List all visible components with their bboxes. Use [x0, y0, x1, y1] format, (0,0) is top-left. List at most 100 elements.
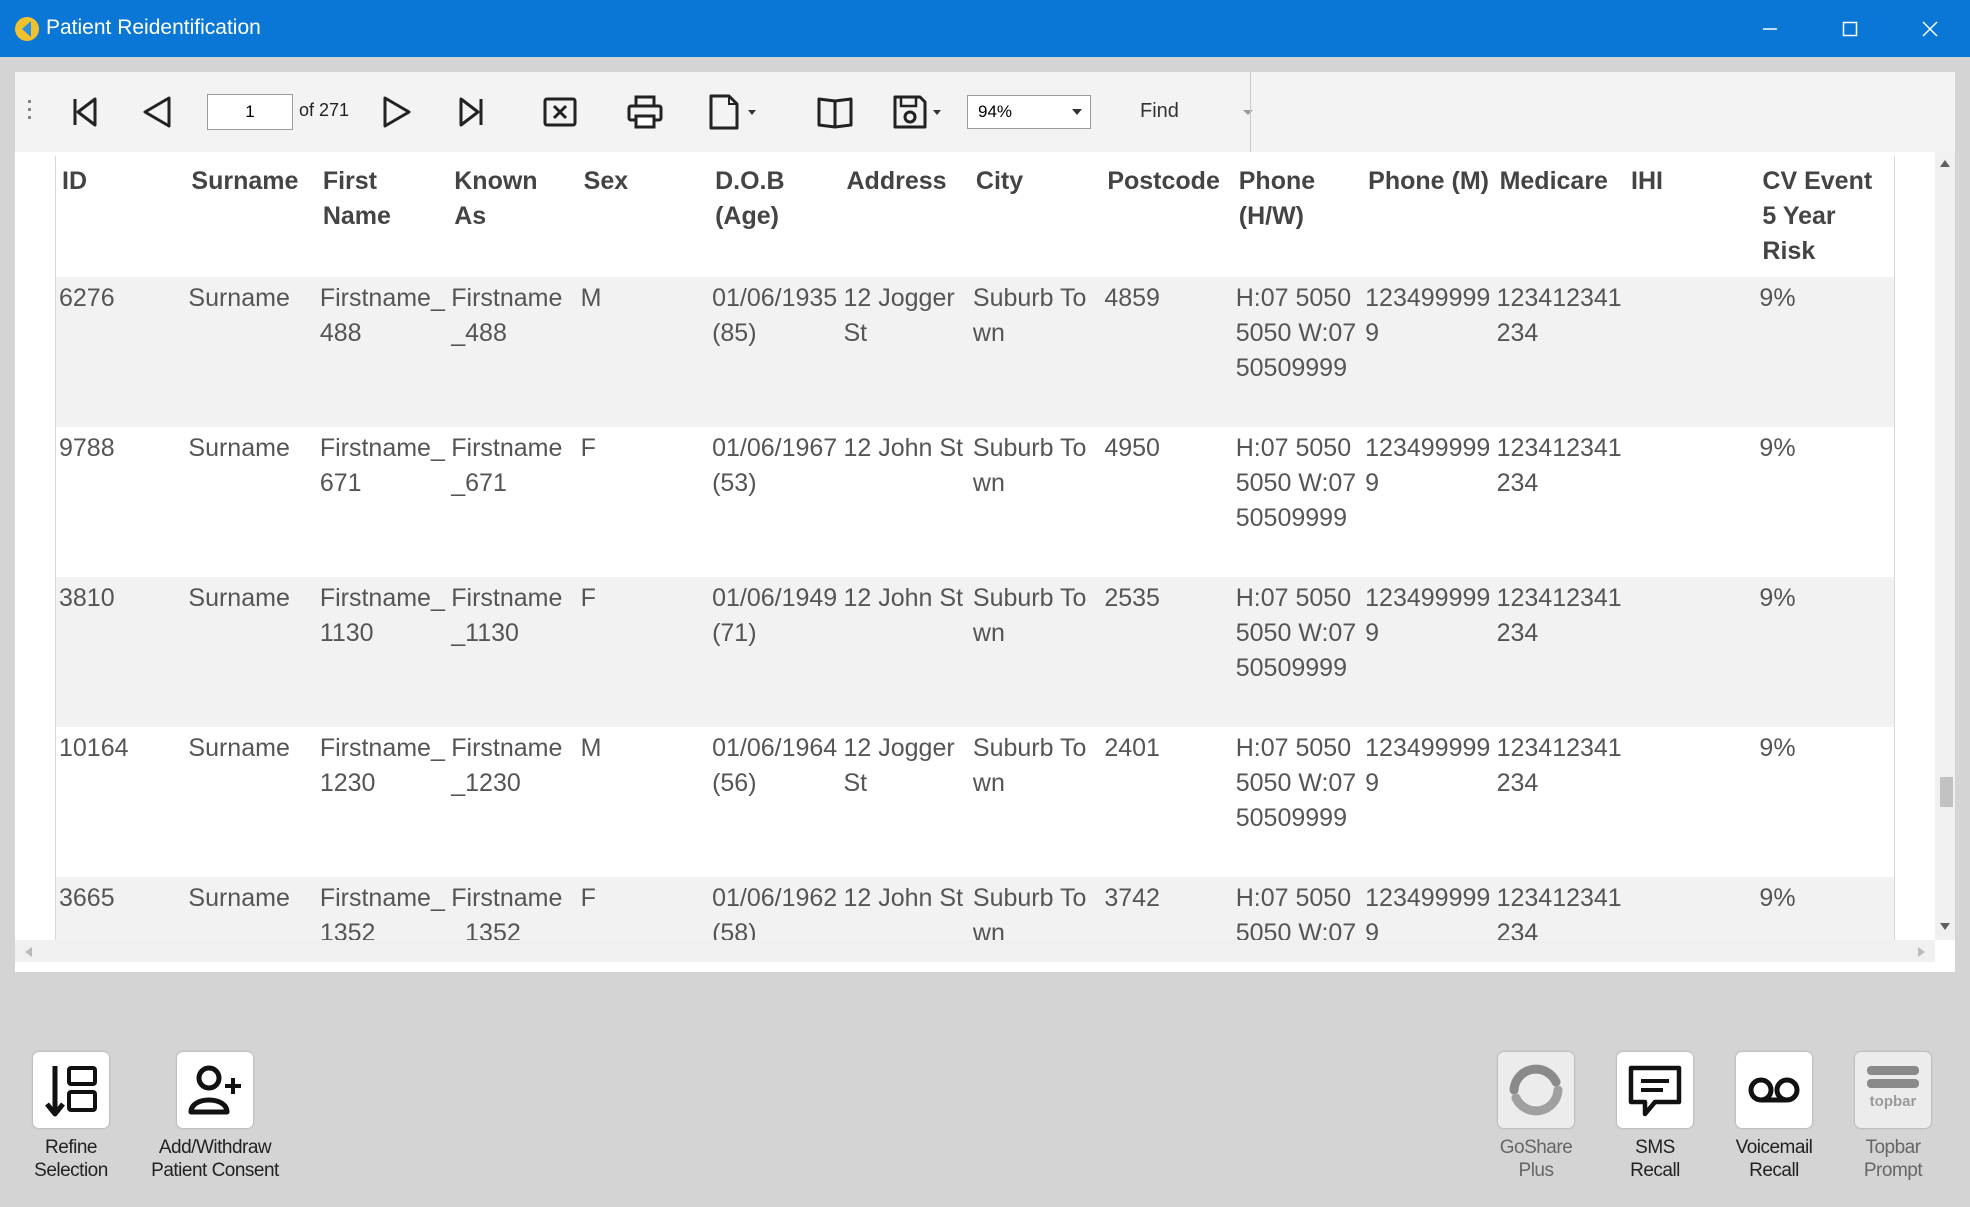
cell-cv-risk: 9%	[1756, 877, 1894, 940]
column-header[interactable]: Sex	[578, 156, 709, 277]
next-page-button[interactable]	[377, 92, 417, 132]
refine-selection-icon	[45, 1066, 97, 1117]
cell-cv-risk: 9%	[1756, 727, 1894, 877]
column-header[interactable]: Address	[841, 156, 970, 277]
cell-first-name: Firstname_488	[316, 277, 449, 427]
table-header-row: ID Surname First Name Known As Sex D.O.B…	[56, 156, 1894, 277]
topbar-label-line2: Prompt	[1863, 1160, 1923, 1181]
window-title: Patient Reidentification	[46, 16, 261, 39]
vertical-scrollbar[interactable]	[1935, 152, 1955, 940]
zoom-select[interactable]: 94%	[967, 95, 1091, 129]
cell-first-name: Firstname_1130	[316, 577, 449, 727]
close-button[interactable]	[1890, 0, 1970, 57]
minimize-button[interactable]	[1730, 0, 1810, 57]
book-view-button[interactable]	[815, 92, 855, 132]
cell-phone-hw: H:07 50505050 W:07 50509999	[1232, 877, 1363, 940]
cell-known-as: Firstname_488	[448, 277, 578, 427]
stop-rendering-button[interactable]	[540, 92, 580, 132]
column-header[interactable]: Known As	[448, 156, 577, 277]
close-icon	[1922, 20, 1938, 37]
scroll-left-icon[interactable]	[25, 947, 32, 957]
sms-icon	[1628, 1065, 1682, 1117]
cell-address: 12 John St	[840, 427, 970, 577]
title-bar: Patient Reidentification	[0, 0, 1970, 57]
column-header[interactable]: IHI	[1625, 156, 1756, 277]
maximize-button[interactable]	[1810, 0, 1890, 57]
page-setup-button[interactable]	[705, 92, 757, 132]
cell-medicare: 123412341234	[1493, 427, 1625, 577]
find-button[interactable]: Find	[1140, 100, 1179, 123]
print-icon	[627, 95, 663, 129]
cell-ihi	[1625, 577, 1757, 727]
cell-id: 9788	[56, 427, 186, 577]
cell-medicare: 123412341234	[1493, 277, 1625, 427]
table-row[interactable]: 10164 Surname Firstname_1230 Firstname_1230…	[56, 727, 1894, 877]
table-row[interactable]: 3665 Surname Firstname_1352 Firstname_1352 F…	[56, 877, 1894, 940]
cell-ihi	[1625, 877, 1757, 940]
cell-phone-hw: H:07 50505050 W:07 50509999	[1232, 577, 1363, 727]
cell-known-as: Firstname_1230	[448, 727, 578, 877]
toolbar-grip[interactable]	[28, 100, 32, 124]
scroll-up-icon[interactable]	[1940, 160, 1950, 167]
first-page-button[interactable]	[65, 92, 105, 132]
cell-medicare: 123412341234	[1493, 577, 1625, 727]
column-header[interactable]: ID	[56, 156, 185, 277]
table-row[interactable]: 6276 Surname Firstname_488 Firstname_488 M 01…	[56, 277, 1894, 427]
page-number-input[interactable]	[207, 94, 293, 130]
cell-postcode: 4950	[1101, 427, 1233, 577]
find-dropdown-icon[interactable]	[1243, 110, 1253, 115]
previous-page-button[interactable]	[137, 92, 177, 132]
cell-dob: 01/06/1967(53)	[709, 427, 841, 577]
topbar-icon: topbar	[1867, 1066, 1919, 1110]
cell-city: Suburb Town	[969, 877, 1102, 940]
column-header[interactable]: City	[970, 156, 1101, 277]
chevron-down-icon	[933, 110, 941, 115]
cell-medicare: 123412341234	[1493, 727, 1625, 877]
column-header[interactable]: Surname	[185, 156, 316, 277]
column-header[interactable]: CV Event 5 Year Risk	[1756, 156, 1894, 277]
minimize-icon	[1763, 27, 1777, 30]
book-view-icon	[817, 97, 853, 129]
goshare-label: GoShare	[1499, 1137, 1573, 1158]
horizontal-scrollbar[interactable]	[15, 940, 1935, 962]
add-withdraw-consent-button[interactable]: Add/Withdraw Patient Consent	[140, 1052, 290, 1182]
topbar-prompt-button[interactable]: topbar Topbar Prompt	[1818, 1052, 1968, 1182]
column-header[interactable]: Postcode	[1101, 156, 1232, 277]
report-viewer: of 271 94% Find	[15, 72, 1955, 972]
cell-phone-m: 1234999999	[1362, 727, 1494, 877]
table-row[interactable]: 3810 Surname Firstname_1130 Firstname_1130 F…	[56, 577, 1894, 727]
cell-ihi	[1625, 727, 1757, 877]
cell-first-name: Firstname_671	[316, 427, 449, 577]
zoom-value: 94%	[978, 102, 1013, 121]
scroll-right-icon[interactable]	[1918, 947, 1925, 957]
last-page-button[interactable]	[451, 92, 491, 132]
scroll-down-icon[interactable]	[1940, 923, 1950, 930]
stop-icon	[543, 97, 577, 127]
cell-sex: M	[577, 277, 710, 427]
save-export-button[interactable]	[890, 92, 942, 132]
column-header[interactable]: Medicare	[1494, 156, 1625, 277]
cell-postcode: 2535	[1101, 577, 1233, 727]
cell-phone-m: 1234999999	[1362, 427, 1494, 577]
cell-city: Suburb Town	[969, 727, 1102, 877]
cell-known-as: Firstname_1352	[448, 877, 578, 940]
refine-selection-button[interactable]: Refine Selection	[0, 1052, 146, 1182]
column-header[interactable]: D.O.B (Age)	[709, 156, 840, 277]
cell-first-name: Firstname_1230	[316, 727, 449, 877]
goshare-label-line2: Plus	[1518, 1160, 1554, 1181]
voicemail-label-line2: Recall	[1749, 1160, 1799, 1181]
column-header[interactable]: Phone (M)	[1362, 156, 1493, 277]
print-button[interactable]	[625, 92, 665, 132]
cell-cv-risk: 9%	[1756, 427, 1894, 577]
table-row[interactable]: 9788 Surname Firstname_671 Firstname_671 F 01…	[56, 427, 1894, 577]
previous-page-icon	[143, 96, 171, 128]
column-header[interactable]: First Name	[317, 156, 448, 277]
toolbar-divider	[1250, 72, 1251, 152]
column-header[interactable]: Phone (H/W)	[1233, 156, 1362, 277]
cell-id: 3665	[56, 877, 186, 940]
voicemail-label: Voicemail	[1735, 1137, 1813, 1158]
consent-label: Add/Withdraw	[158, 1137, 272, 1158]
patient-table: ID Surname First Name Known As Sex D.O.B…	[56, 156, 1894, 940]
scroll-thumb[interactable]	[1940, 777, 1953, 807]
report-page: ID Surname First Name Known As Sex D.O.B…	[55, 156, 1895, 940]
